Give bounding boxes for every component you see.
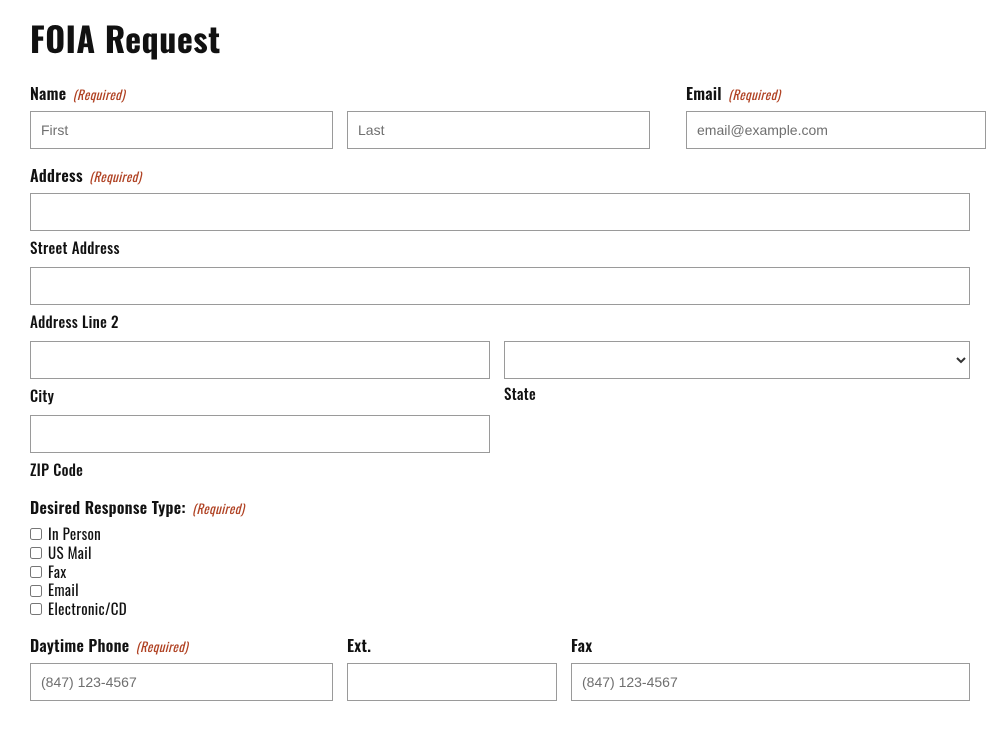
address-label: Address (Required) (30, 163, 970, 187)
name-required: (Required) (73, 84, 125, 104)
city-sublabel: City (30, 385, 490, 407)
response-checkbox-electronic-cd[interactable] (30, 603, 42, 615)
response-checkbox-us-mail[interactable] (30, 547, 42, 559)
ext-label: Ext. (347, 633, 557, 657)
response-option-label: Electronic/CD (48, 600, 127, 619)
last-name-input[interactable] (347, 111, 650, 149)
daytime-phone-label: Daytime Phone (Required) (30, 633, 333, 657)
response-type-label: Desired Response Type: (Required) (30, 495, 970, 519)
response-type-list: In Person US Mail Fax Email Electronic/C… (30, 525, 970, 619)
fax-label: Fax (571, 633, 970, 657)
state-select[interactable] (504, 341, 970, 379)
response-checkbox-fax[interactable] (30, 566, 42, 578)
address-label-text: Address (30, 163, 83, 187)
response-option-label: In Person (48, 525, 101, 544)
fax-input[interactable] (571, 663, 970, 701)
address-required: (Required) (89, 166, 141, 186)
daytime-phone-required: (Required) (136, 636, 188, 656)
email-required: (Required) (728, 84, 780, 104)
zip-input[interactable] (30, 415, 490, 453)
street-address-sublabel: Street Address (30, 237, 970, 259)
zip-sublabel: ZIP Code (30, 459, 490, 481)
response-option-label: US Mail (48, 544, 92, 563)
page-title: FOIA Request (30, 12, 970, 63)
response-checkbox-in-person[interactable] (30, 528, 42, 540)
email-label: Email (Required) (686, 81, 986, 105)
name-label-spacer (347, 81, 650, 105)
response-option-in-person[interactable]: In Person (30, 525, 970, 544)
name-label-text: Name (30, 81, 66, 105)
daytime-phone-input[interactable] (30, 663, 333, 701)
address-line2-input[interactable] (30, 267, 970, 305)
address-line2-sublabel: Address Line 2 (30, 311, 970, 333)
response-checkbox-email[interactable] (30, 585, 42, 597)
ext-input[interactable] (347, 663, 557, 701)
email-label-text: Email (686, 81, 722, 105)
email-input[interactable] (686, 111, 986, 149)
response-option-electronic-cd[interactable]: Electronic/CD (30, 600, 970, 619)
response-type-required: (Required) (192, 498, 244, 518)
response-option-email[interactable]: Email (30, 581, 970, 600)
street-address-input[interactable] (30, 193, 970, 231)
state-sublabel: State (504, 383, 970, 405)
response-type-label-text: Desired Response Type: (30, 495, 186, 519)
daytime-phone-label-text: Daytime Phone (30, 633, 129, 657)
name-label: Name (Required) (30, 81, 333, 105)
response-option-fax[interactable]: Fax (30, 563, 970, 582)
city-input[interactable] (30, 341, 490, 379)
first-name-input[interactable] (30, 111, 333, 149)
response-option-us-mail[interactable]: US Mail (30, 544, 970, 563)
